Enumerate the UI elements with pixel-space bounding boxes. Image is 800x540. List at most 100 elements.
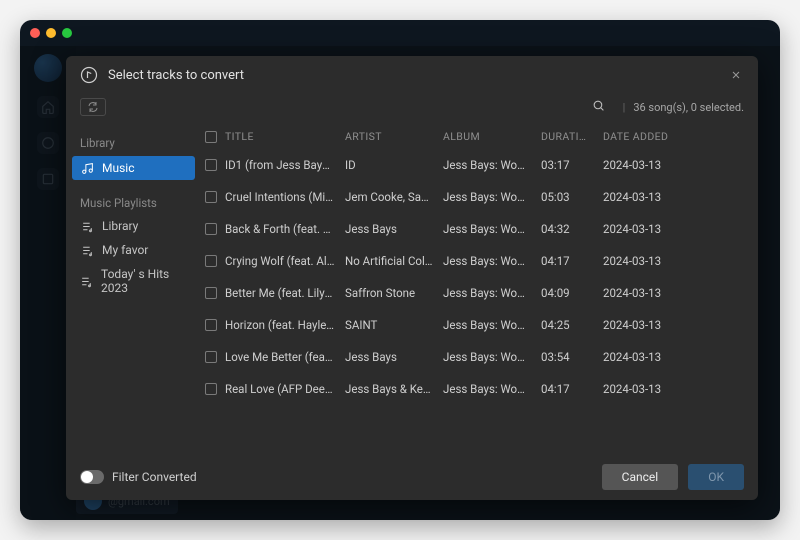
cell-album: Jess Bays: Women I... [443, 190, 541, 204]
cell-title: Real Love (AFP Deep Li... [225, 382, 345, 396]
cell-title: Crying Wolf (feat. Alex ... [225, 254, 345, 268]
cell-date-added: 2024-03-13 [603, 382, 687, 396]
cell-album: Jess Bays: Women I... [443, 382, 541, 396]
select-tracks-modal: Select tracks to convert | 36 song(s), 0… [66, 56, 758, 500]
table-row[interactable]: Better Me (feat. Lily Mc...Saffron Stone… [201, 277, 758, 309]
filter-converted-label: Filter Converted [112, 470, 197, 484]
sidebar-item-today-s-hits-2023[interactable]: Today' s Hits 2023 [66, 262, 201, 300]
cell-title: Cruel Intentions (Mixed) [225, 190, 345, 204]
cell-album: Jess Bays: Women I... [443, 254, 541, 268]
window-max-dot[interactable] [62, 28, 72, 38]
music-icon [80, 161, 94, 175]
cell-title: ID1 (from Jess Bays: W... [225, 158, 345, 172]
cancel-button[interactable]: Cancel [602, 464, 679, 490]
cell-artist: SAINT [345, 318, 443, 332]
cell-duration: 04:09 [541, 286, 603, 300]
row-checkbox[interactable] [205, 223, 217, 235]
cell-duration: 05:03 [541, 190, 603, 204]
nav-back-forward[interactable] [80, 98, 106, 116]
filter-converted-toggle[interactable] [80, 470, 104, 484]
ok-button[interactable]: OK [688, 464, 744, 490]
sidebar-item-label: Today' s Hits 2023 [101, 267, 187, 295]
modal-header: Select tracks to convert [66, 56, 758, 94]
table-row[interactable]: Real Love (AFP Deep Li...Jess Bays & Kel… [201, 373, 758, 405]
cell-artist: No Artificial Colours [345, 254, 443, 268]
sidebar-item-label: Music [102, 161, 134, 175]
playlist-icon [80, 219, 94, 233]
cell-date-added: 2024-03-13 [603, 318, 687, 332]
cell-duration: 03:54 [541, 350, 603, 364]
modal-toolbar: | 36 song(s), 0 selected. [66, 94, 758, 124]
cell-date-added: 2024-03-13 [603, 350, 687, 364]
row-checkbox[interactable] [205, 287, 217, 299]
window-min-dot[interactable] [46, 28, 56, 38]
cell-title: Love Me Better (feat. L... [225, 350, 345, 364]
cell-album: Jess Bays: Women I... [443, 286, 541, 300]
cell-artist: Saffron Stone [345, 286, 443, 300]
cell-duration: 03:17 [541, 158, 603, 172]
cell-album: Jess Bays: Women I... [443, 350, 541, 364]
window-close-dot[interactable] [30, 28, 40, 38]
col-date-added: DATE ADDED [603, 130, 687, 143]
window-titlebar [20, 20, 780, 46]
cell-artist: Jess Bays [345, 222, 443, 236]
cell-duration: 04:17 [541, 382, 603, 396]
modal-body: Library Music Music Playlists Library My … [66, 124, 758, 454]
col-album: ALBUM [443, 130, 541, 143]
music-note-icon [80, 66, 98, 84]
table-row[interactable]: Cruel Intentions (Mixed)Jem Cooke, Sam D… [201, 181, 758, 213]
table-header-row: TITLE ARTIST ALBUM DURATION DATE ADDED [201, 124, 758, 149]
toolbar-separator: | [623, 101, 626, 114]
sidebar-item-label: Library [102, 219, 138, 233]
cell-date-added: 2024-03-13 [603, 286, 687, 300]
cell-artist: Jem Cooke, Sam D... [345, 190, 443, 204]
cell-duration: 04:32 [541, 222, 603, 236]
table-row[interactable]: ID1 (from Jess Bays: W...IDJess Bays: Wo… [201, 149, 758, 181]
cell-album: Jess Bays: Women I... [443, 318, 541, 332]
refresh-icon [87, 101, 99, 113]
row-checkbox[interactable] [205, 319, 217, 331]
cell-duration: 04:17 [541, 254, 603, 268]
cell-album: Jess Bays: Women I... [443, 158, 541, 172]
playlist-icon [80, 274, 93, 288]
app-window: @gmail.com Select tracks to convert [20, 20, 780, 520]
modal-title: Select tracks to convert [108, 68, 244, 83]
cell-artist: ID [345, 158, 443, 172]
row-checkbox[interactable] [205, 191, 217, 203]
col-duration: DURATION [541, 130, 603, 143]
row-checkbox[interactable] [205, 351, 217, 363]
row-checkbox[interactable] [205, 383, 217, 395]
table-row[interactable]: Back & Forth (feat. Lily ...Jess BaysJes… [201, 213, 758, 245]
search-button[interactable] [592, 99, 605, 115]
col-title: TITLE [225, 130, 345, 143]
cell-title: Back & Forth (feat. Lily ... [225, 222, 345, 236]
cell-date-added: 2024-03-13 [603, 190, 687, 204]
sidebar-item-library[interactable]: Library [66, 214, 201, 238]
sidebar-heading-library: Library [66, 132, 201, 154]
sidebar-item-my-favor[interactable]: My favor [66, 238, 201, 262]
sidebar-item-music[interactable]: Music [72, 156, 195, 180]
table-row[interactable]: Love Me Better (feat. L...Jess BaysJess … [201, 341, 758, 373]
cell-date-added: 2024-03-13 [603, 158, 687, 172]
cell-artist: Jess Bays [345, 350, 443, 364]
table-row[interactable]: Horizon (feat. Hayley ...SAINTJess Bays:… [201, 309, 758, 341]
modal-footer: Filter Converted Cancel OK [66, 454, 758, 500]
select-all-checkbox[interactable] [205, 131, 217, 143]
close-button[interactable] [728, 67, 744, 83]
col-artist: ARTIST [345, 130, 443, 143]
cell-duration: 04:25 [541, 318, 603, 332]
modal-sidebar: Library Music Music Playlists Library My … [66, 124, 201, 454]
cell-album: Jess Bays: Women I... [443, 222, 541, 236]
cell-date-added: 2024-03-13 [603, 254, 687, 268]
playlist-icon [80, 243, 94, 257]
selection-status: 36 song(s), 0 selected. [633, 101, 744, 114]
table-row[interactable]: Crying Wolf (feat. Alex ...No Artificial… [201, 245, 758, 277]
search-icon [592, 99, 605, 112]
cell-title: Horizon (feat. Hayley ... [225, 318, 345, 332]
row-checkbox[interactable] [205, 255, 217, 267]
sidebar-heading-playlists: Music Playlists [66, 192, 201, 214]
cell-artist: Jess Bays & Kelli-L... [345, 382, 443, 396]
sidebar-item-label: My favor [102, 243, 148, 257]
row-checkbox[interactable] [205, 159, 217, 171]
track-table: TITLE ARTIST ALBUM DURATION DATE ADDED I… [201, 124, 758, 454]
